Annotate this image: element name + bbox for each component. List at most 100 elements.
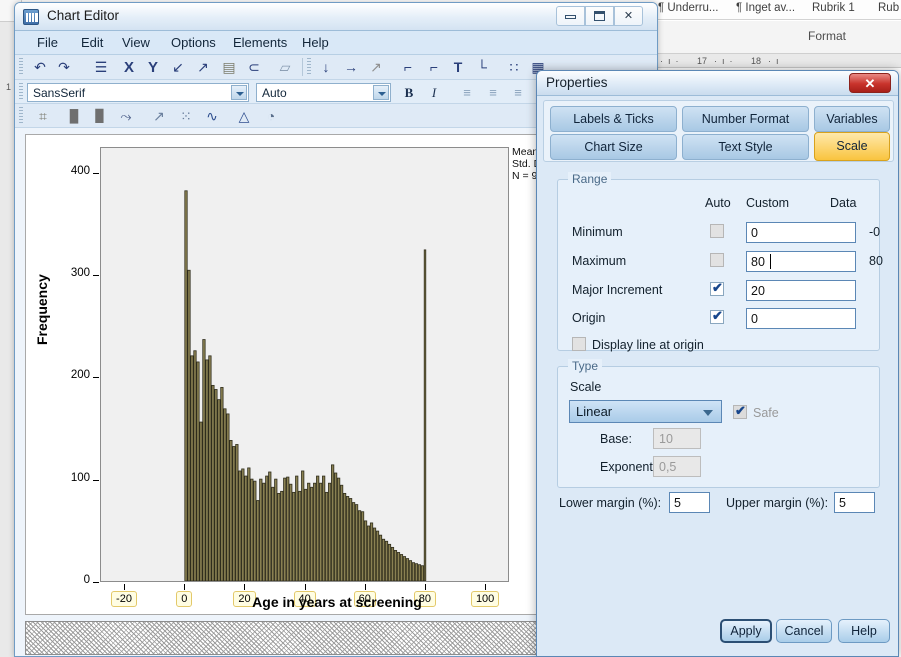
histogram-bar[interactable] [223, 408, 227, 581]
tab-variables[interactable]: Variables [814, 106, 890, 132]
font-family-combo[interactable]: SansSerif [27, 83, 249, 102]
histogram-bar[interactable] [214, 389, 218, 581]
menu-view[interactable]: View [118, 34, 154, 51]
tab-labels-and-ticks[interactable]: Labels & Ticks [550, 106, 677, 132]
fit-line-icon[interactable]: ↗ [365, 57, 387, 78]
histogram-bar[interactable] [277, 492, 281, 581]
histogram-bar[interactable] [384, 540, 389, 581]
histogram-bar[interactable] [396, 552, 401, 581]
align-center-button[interactable]: ≡ [483, 83, 503, 102]
histogram-bar[interactable] [217, 399, 221, 581]
add-reference-line-x-icon[interactable]: → [340, 57, 362, 78]
data-label-mode-icon[interactable]: ▤ [218, 57, 240, 78]
display-line-at-origin-checkbox[interactable] [572, 337, 586, 351]
add-text-box-icon[interactable]: T [447, 57, 469, 78]
custom-maximum-input[interactable]: 80 [746, 251, 856, 272]
toolbar-grip-4[interactable] [19, 107, 23, 125]
histogram-bar[interactable] [366, 525, 371, 581]
histogram-bar[interactable] [286, 476, 290, 581]
histogram-bar[interactable] [259, 478, 263, 581]
histogram-bar[interactable] [193, 350, 197, 581]
histogram-bar[interactable] [247, 467, 251, 581]
bold-button[interactable]: B [399, 83, 419, 102]
histogram-bar[interactable] [399, 554, 404, 581]
lasso-select-icon[interactable]: ⊂ [243, 57, 265, 78]
annotation-icon[interactable]: ▱ [274, 57, 296, 78]
histogram-bar[interactable] [202, 339, 206, 581]
auto-major-increment-checkbox[interactable] [710, 280, 724, 296]
italic-button[interactable]: I [424, 83, 444, 102]
upper-margin-input[interactable]: 5 [834, 492, 875, 513]
histogram-bar[interactable] [289, 483, 293, 581]
histogram-bar[interactable] [337, 477, 341, 581]
histogram-bar[interactable] [381, 538, 386, 581]
histogram-bar[interactable] [420, 565, 425, 581]
histogram-bar[interactable] [301, 470, 305, 581]
chart-3d-icon[interactable]: ⌗ [32, 106, 54, 127]
histogram-bar[interactable] [190, 355, 194, 581]
menu-elements[interactable]: Elements [229, 34, 291, 51]
histogram-bar[interactable] [417, 564, 422, 581]
histogram-bar[interactable] [387, 543, 392, 581]
histogram-bar[interactable] [307, 482, 311, 581]
histogram-bar[interactable] [295, 475, 299, 581]
stacked-bar-icon[interactable]: ▉ [89, 106, 111, 127]
histogram-bar[interactable] [292, 491, 296, 581]
style-chip-inget-av[interactable]: ¶ Inget av... [736, 2, 795, 14]
histogram-bar[interactable] [268, 471, 272, 581]
histogram-bar[interactable] [378, 534, 383, 581]
scatter-plot-icon[interactable]: ↗ [148, 106, 170, 127]
transpose-icon[interactable]: ↙ [167, 57, 189, 78]
minimize-button[interactable] [556, 6, 585, 26]
histogram-bar[interactable] [348, 498, 353, 581]
close-button[interactable]: ✕ [614, 6, 643, 26]
show-grid-dots-icon[interactable]: ∷ [503, 57, 525, 78]
histogram-bar[interactable] [304, 488, 308, 581]
swap-axes-icon[interactable]: ↗ [192, 57, 214, 78]
histogram-bar[interactable] [226, 413, 230, 581]
plot-area[interactable] [100, 147, 509, 582]
histogram-bar[interactable] [411, 562, 416, 581]
histogram-bar[interactable] [405, 558, 410, 581]
menu-options[interactable]: Options [167, 34, 220, 51]
toolbar-grip-2[interactable] [307, 58, 311, 76]
toolbar-grip-3[interactable] [19, 83, 23, 101]
histogram-bar[interactable] [184, 190, 188, 581]
histogram-bar[interactable] [229, 440, 233, 581]
add-axis-label-icon[interactable]: └ [471, 57, 493, 78]
auto-minimum-checkbox[interactable] [710, 224, 724, 238]
align-left-button[interactable]: ≡ [457, 83, 477, 102]
histogram-bar[interactable] [351, 502, 356, 581]
histogram-bar[interactable] [232, 446, 236, 581]
add-reference-line-y-icon[interactable]: ↓ [315, 57, 337, 78]
tab-number-format[interactable]: Number Format [682, 106, 809, 132]
histogram-bar[interactable] [313, 482, 317, 581]
add-footnote-icon[interactable]: ⌐ [423, 57, 445, 78]
bar-chart-icon[interactable]: █ [63, 106, 85, 127]
area-chart-icon[interactable]: △ [233, 106, 255, 127]
font-size-combo[interactable]: Auto [256, 83, 391, 102]
align-right-button[interactable]: ≡ [508, 83, 528, 102]
histogram-bar[interactable] [360, 511, 365, 581]
histogram-bar[interactable] [414, 563, 419, 581]
style-chip-underrubrik[interactable]: ¶ Underru... [658, 2, 719, 14]
histogram-bar[interactable] [340, 484, 344, 581]
histogram-bar[interactable] [238, 470, 242, 581]
histogram-bar[interactable] [208, 355, 212, 581]
histogram-bar[interactable] [250, 478, 254, 581]
help-button[interactable]: Help [838, 619, 890, 643]
histogram-bar[interactable] [211, 384, 215, 581]
histogram-bar[interactable] [262, 482, 266, 581]
histogram-bar[interactable] [319, 482, 323, 581]
histogram-bar[interactable] [244, 475, 248, 581]
histogram-bar[interactable] [265, 475, 269, 581]
histogram-bar[interactable] [280, 490, 284, 581]
pie-chart-icon[interactable]: ◔ [260, 106, 282, 127]
apply-button[interactable]: Apply [720, 619, 772, 643]
chart-editor-titlebar[interactable]: Chart Editor ✕ [15, 3, 657, 31]
x-axis-icon[interactable]: X [118, 57, 140, 78]
histogram-bar[interactable] [196, 361, 200, 581]
properties-titlebar[interactable]: Properties ✕ [537, 71, 898, 96]
histogram-bar[interactable] [369, 522, 374, 581]
toolbar-grip-1[interactable] [19, 58, 23, 76]
